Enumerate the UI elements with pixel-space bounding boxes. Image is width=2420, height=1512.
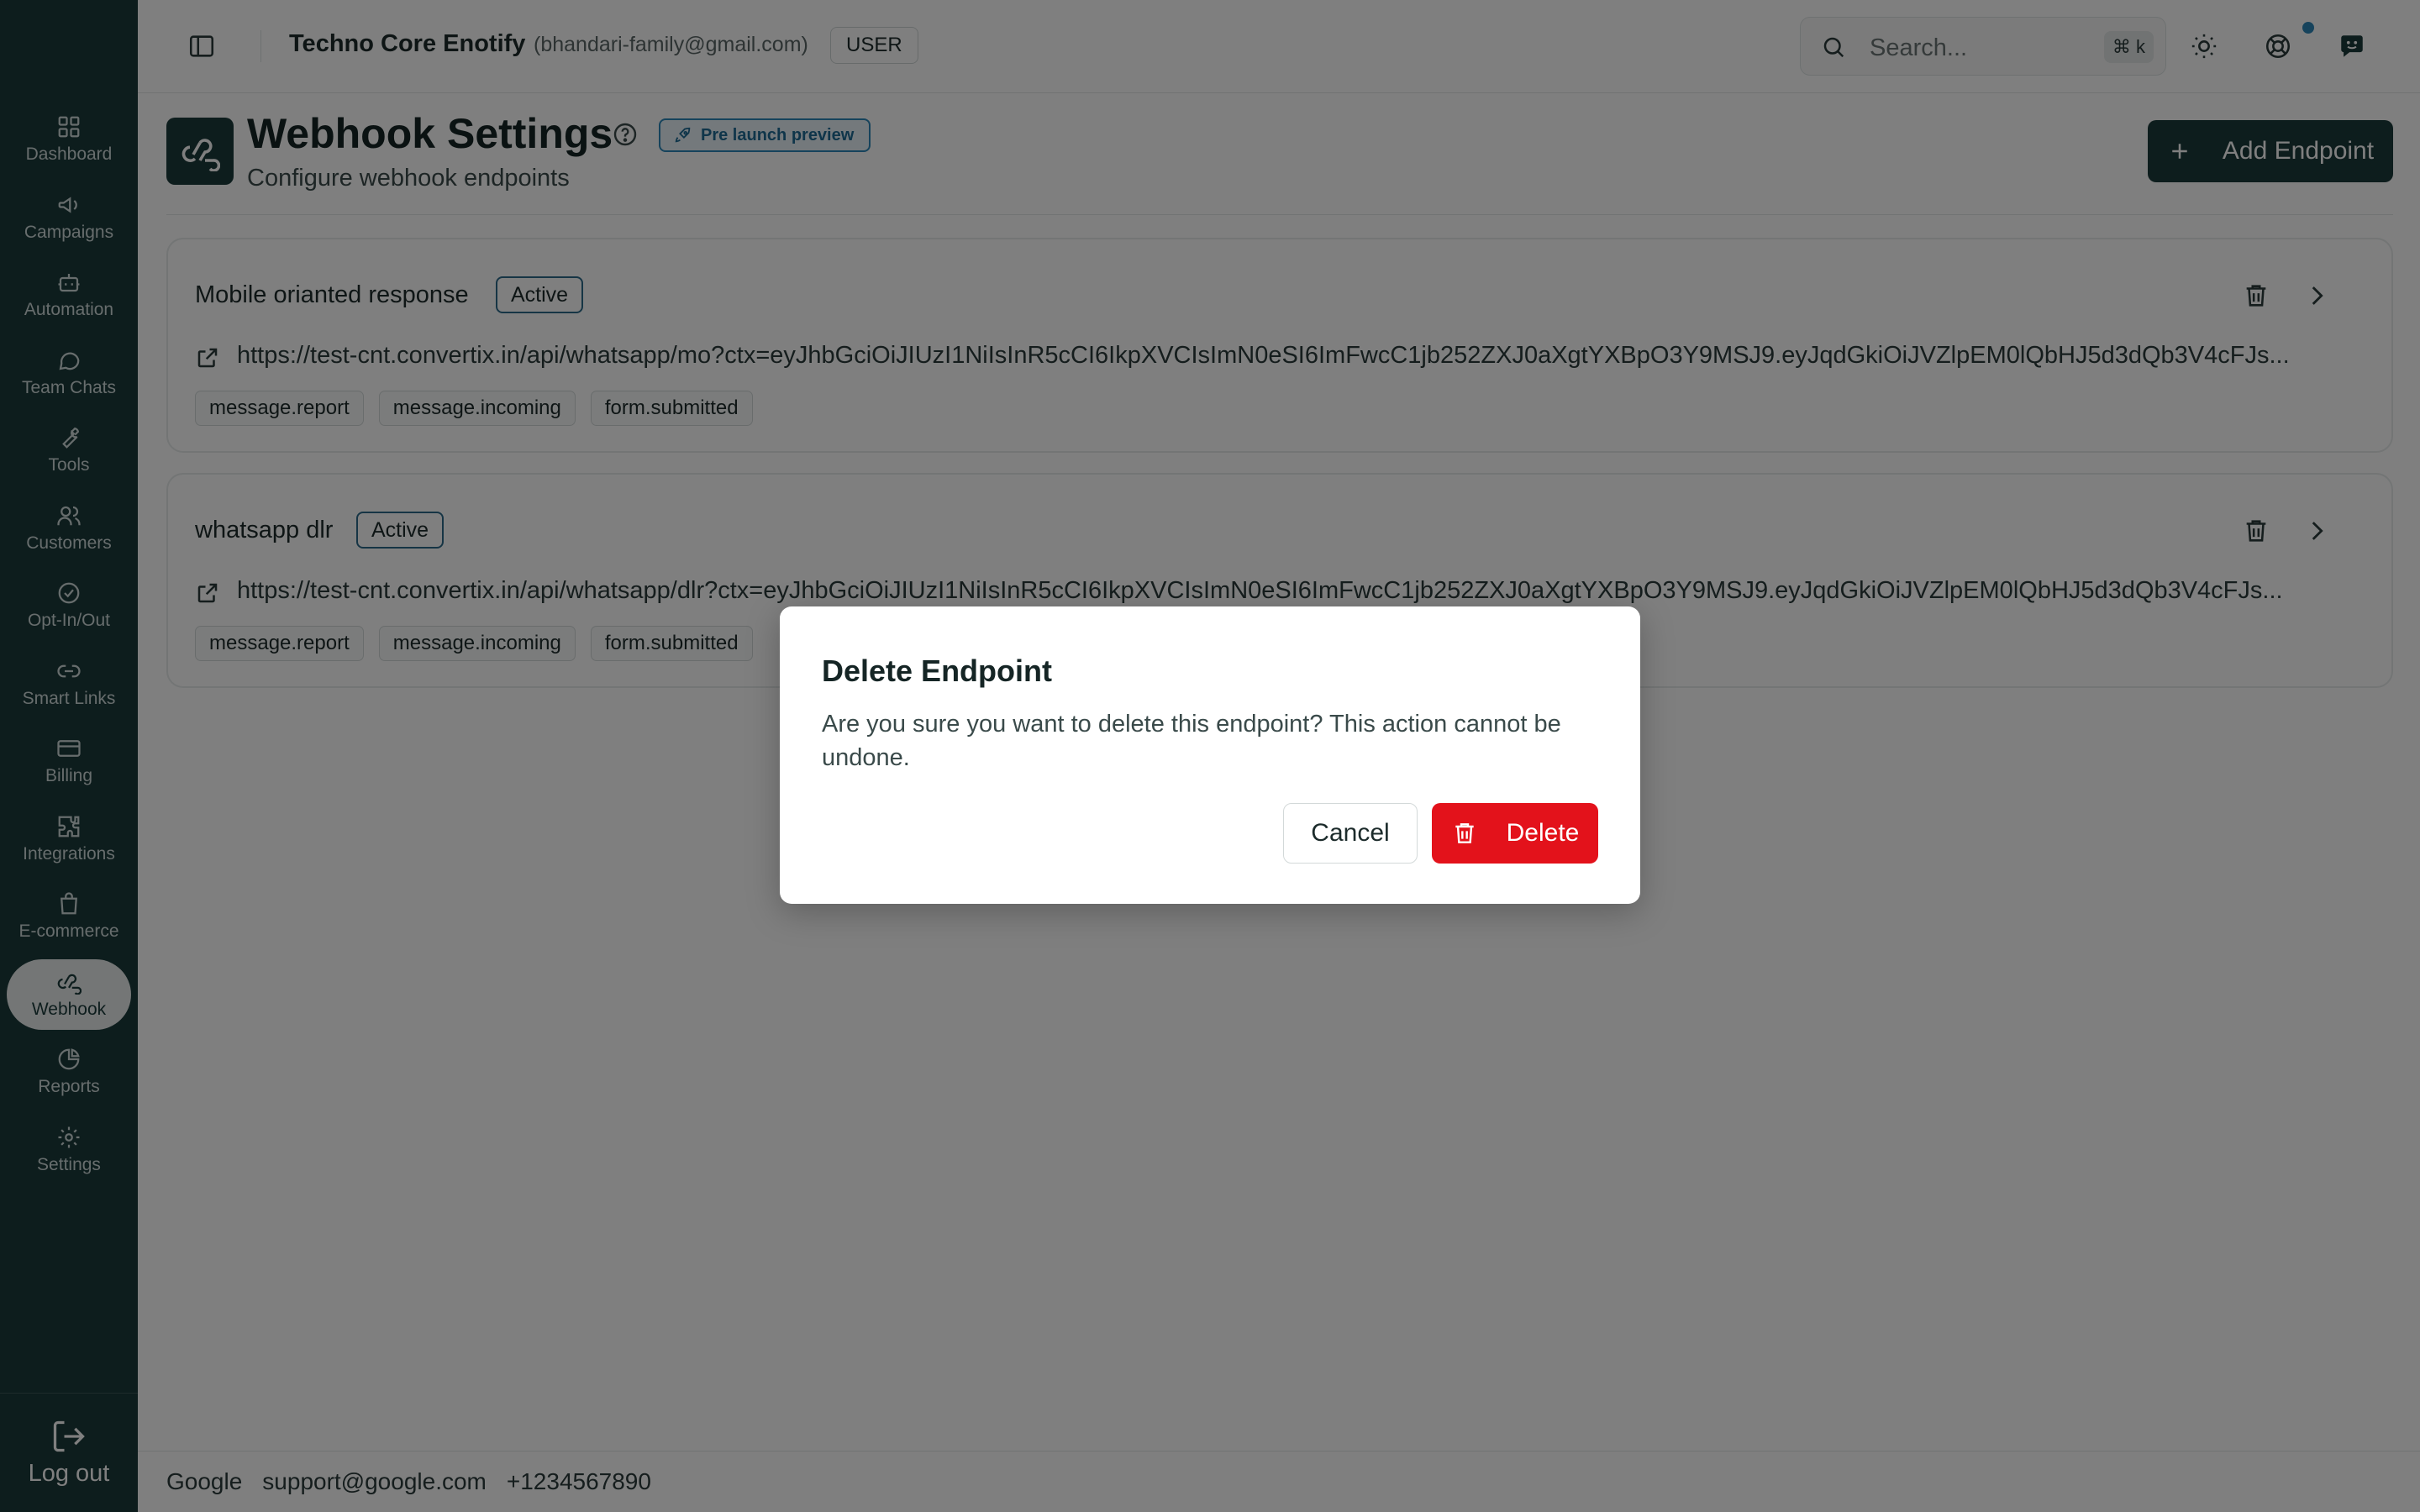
cancel-button[interactable]: Cancel bbox=[1283, 803, 1418, 864]
delete-label: Delete bbox=[1506, 819, 1580, 847]
cancel-label: Cancel bbox=[1311, 819, 1390, 847]
delete-endpoint-dialog: Delete Endpoint Are you sure you want to… bbox=[780, 606, 1640, 904]
delete-button[interactable]: Delete bbox=[1432, 803, 1598, 864]
dialog-title: Delete Endpoint bbox=[822, 654, 1053, 688]
dialog-message: Are you sure you want to delete this end… bbox=[822, 711, 1561, 771]
trash-icon bbox=[1455, 823, 1474, 843]
